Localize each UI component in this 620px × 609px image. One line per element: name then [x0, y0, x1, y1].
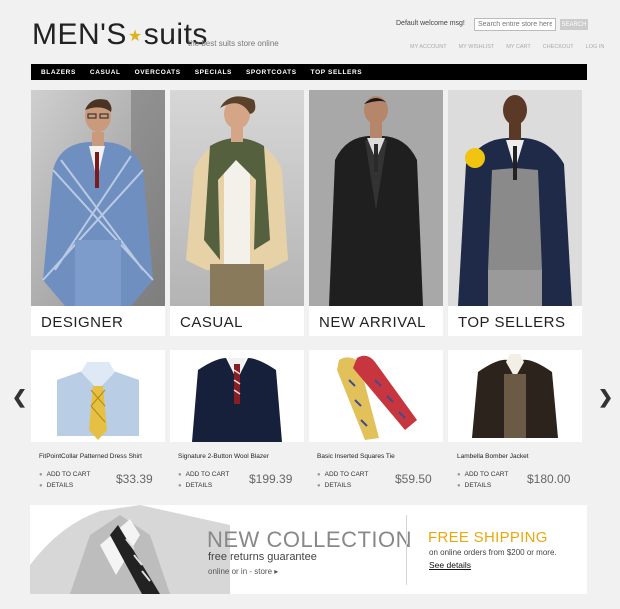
banner-divider	[406, 515, 407, 585]
tagline: the best suits store online	[188, 39, 279, 48]
top-sellers-photo	[448, 90, 582, 306]
my-cart-link[interactable]: MY CART	[506, 44, 531, 50]
checkout-link[interactable]: CHECKOUT	[543, 44, 574, 50]
product-price: $59.50	[395, 472, 432, 486]
nav-sportcoats[interactable]: SPORTCOATS	[246, 69, 297, 76]
collection-photo	[30, 505, 230, 594]
my-wishlist-link[interactable]: MY WISHLIST	[459, 44, 495, 50]
product-price: $33.39	[116, 472, 153, 486]
category-label: CASUAL	[180, 314, 244, 331]
add-to-cart-button[interactable]: ADD TO CART	[457, 471, 509, 478]
details-link[interactable]: DETAILS	[457, 482, 492, 489]
add-to-cart-button[interactable]: ADD TO CART	[317, 471, 369, 478]
category-casual[interactable]: CASUAL	[170, 90, 304, 336]
product-name[interactable]: Basic Inserted Squares Tie	[317, 453, 457, 460]
category-top-sellers[interactable]: TOP SELLERS	[448, 90, 582, 336]
product-image-shirt[interactable]	[31, 350, 165, 442]
carousel-prev-button[interactable]: ❮	[12, 387, 27, 408]
casual-photo	[170, 90, 304, 306]
carousel-next-button[interactable]: ❯	[598, 387, 613, 408]
main-nav: BLAZERS CASUAL OVERCOATS SPECIALS SPORTC…	[31, 64, 587, 80]
see-details-link[interactable]: See details	[429, 560, 471, 570]
site-logo[interactable]: MEN'S★suits	[32, 18, 208, 52]
nav-specials[interactable]: SPECIALS	[195, 69, 232, 76]
nav-top-sellers[interactable]: TOP SELLERS	[311, 69, 363, 76]
product-image-tie[interactable]	[309, 350, 443, 442]
product-name[interactable]: FitPointCollar Patterned Dress Shirt	[39, 453, 179, 460]
nav-blazers[interactable]: BLAZERS	[41, 69, 76, 76]
category-new-arrival[interactable]: NEW ARRIVAL	[309, 90, 443, 336]
category-label: DESIGNER	[41, 314, 124, 331]
account-links: MY ACCOUNT MY WISHLIST MY CART CHECKOUT …	[410, 44, 604, 50]
new-collection-title: NEW COLLECTION	[207, 527, 413, 552]
product-image-blazer[interactable]	[170, 350, 304, 442]
category-label: TOP SELLERS	[458, 314, 566, 331]
designer-photo	[31, 90, 165, 306]
details-link[interactable]: DETAILS	[39, 482, 74, 489]
store-link[interactable]: online or in - store ▸	[208, 567, 278, 576]
free-shipping-text: on online orders from $200 or more.	[429, 548, 557, 557]
star-icon: ★	[127, 28, 143, 46]
free-returns-text: free returns guarantee	[208, 551, 317, 563]
product-price: $199.39	[249, 472, 293, 486]
product-name[interactable]: Lambella Bomber Jacket	[457, 453, 597, 460]
category-designer[interactable]: DESIGNER	[31, 90, 165, 336]
product-name[interactable]: Signature 2-Button Wool Blazer	[178, 453, 318, 460]
welcome-message: Default welcome msg!	[396, 20, 465, 27]
login-link[interactable]: LOG IN	[586, 44, 605, 50]
search-input[interactable]	[474, 18, 556, 31]
add-to-cart-button[interactable]: ADD TO CART	[39, 471, 91, 478]
nav-casual[interactable]: CASUAL	[90, 69, 121, 76]
add-to-cart-button[interactable]: ADD TO CART	[178, 471, 230, 478]
details-link[interactable]: DETAILS	[178, 482, 213, 489]
free-shipping-title: FREE SHIPPING	[428, 529, 548, 546]
product-image-jacket[interactable]	[448, 350, 582, 442]
search-button[interactable]: SEARCH	[560, 19, 588, 30]
new-arrival-photo	[309, 90, 443, 306]
nav-overcoats[interactable]: OVERCOATS	[135, 69, 181, 76]
category-label: NEW ARRIVAL	[319, 314, 426, 331]
details-link[interactable]: DETAILS	[317, 482, 352, 489]
my-account-link[interactable]: MY ACCOUNT	[410, 44, 447, 50]
product-price: $180.00	[527, 472, 571, 486]
logo-mens: MEN'S	[32, 18, 127, 51]
